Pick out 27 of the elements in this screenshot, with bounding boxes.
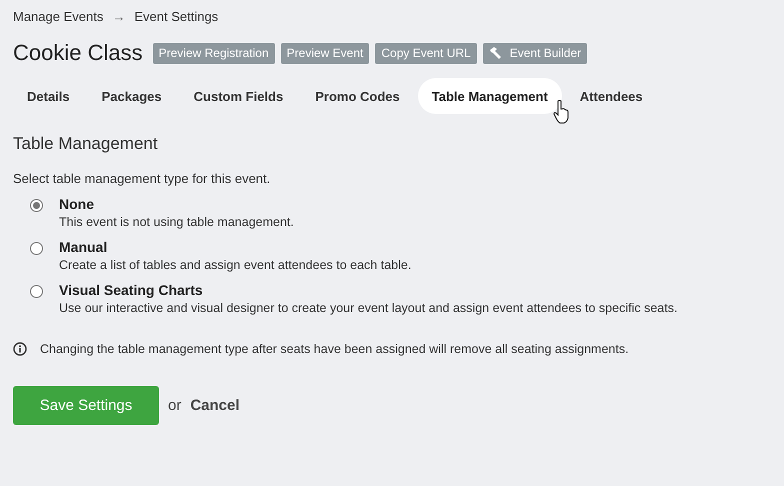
tab[interactable]: Promo Codes: [301, 78, 414, 114]
info-icon: [13, 342, 27, 356]
radio-button[interactable]: [30, 199, 43, 212]
radio-button[interactable]: [30, 242, 43, 255]
option-description: This event is not using table management.: [59, 215, 294, 229]
option-description: Use our interactive and visual designer to create your event layout and assign event attendees to specific seats.: [59, 301, 678, 315]
section-title: Table Management: [13, 134, 159, 154]
option-description: Create a list of tables and assign event attendees to each table.: [59, 258, 412, 272]
tab[interactable]: Attendees: [566, 78, 657, 114]
hand-cursor-icon: [553, 100, 569, 124]
option-label: Manual: [59, 239, 108, 255]
breadcrumb-separator: →: [112, 8, 126, 24]
tab[interactable]: Custom Fields: [180, 78, 298, 114]
cancel-link[interactable]: Cancel: [190, 397, 240, 414]
tab[interactable]: Packages: [88, 78, 176, 114]
radio-button[interactable]: [30, 285, 43, 298]
tab[interactable]: Table Management: [418, 78, 562, 114]
breadcrumb-link[interactable]: Manage Events: [13, 8, 104, 24]
breadcrumb-current: Event Settings: [134, 8, 218, 24]
tab[interactable]: Details: [13, 78, 84, 114]
option-label: Visual Seating Charts: [59, 282, 204, 298]
hammer-icon: [488, 47, 502, 59]
option-label: None: [59, 196, 95, 212]
or-text: or: [168, 397, 182, 414]
note-text: Changing the table management type after seats have been assigned will remove all seating assignments.: [40, 342, 629, 356]
prompt-text: Select table management type for this event.: [13, 171, 272, 186]
event-title: Cookie Class: [13, 40, 143, 66]
